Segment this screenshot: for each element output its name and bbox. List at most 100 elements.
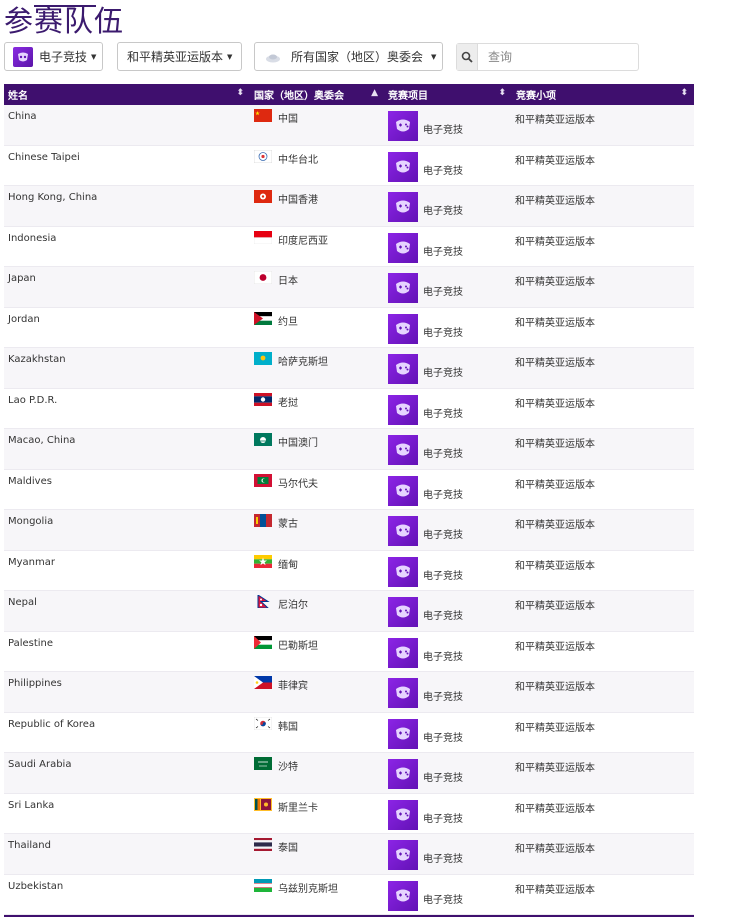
table-row[interactable]: Macao, China 中国澳门 电子竞技 和平精英亚运版本 bbox=[4, 429, 694, 470]
table-row[interactable]: Kazakhstan 哈萨克斯坦 电子竞技 和平精英亚运版本 bbox=[4, 348, 694, 389]
esports-icon bbox=[388, 232, 418, 263]
esports-icon bbox=[388, 880, 418, 911]
noc-dropdown[interactable]: 所有国家（地区）奥委会 ▼ bbox=[254, 42, 443, 71]
table-row[interactable]: Jordan 约旦 电子竞技 和平精英亚运版本 bbox=[4, 308, 694, 348]
team-name: Thailand bbox=[8, 840, 51, 851]
sort-icon: ⬍ bbox=[680, 88, 688, 98]
column-header-noc[interactable]: 国家（地区）奥委会 ▲ bbox=[250, 84, 384, 105]
sport-name: 电子竞技 bbox=[423, 287, 463, 298]
esports-icon bbox=[388, 151, 418, 182]
noc-name: 哈萨克斯坦 bbox=[278, 357, 328, 368]
table-row[interactable]: Indonesia 印度尼西亚 电子竞技 和平精英亚运版本 bbox=[4, 227, 694, 267]
esports-icon bbox=[388, 273, 418, 303]
search-box bbox=[456, 43, 639, 71]
flag-icon bbox=[254, 473, 272, 487]
table-row[interactable]: Lao P.D.R. 老挝 电子竞技 和平精英亚运版本 bbox=[4, 389, 694, 429]
team-name: Indonesia bbox=[8, 232, 57, 244]
sport-cell: 电子竞技 bbox=[384, 753, 512, 793]
noc-name: 中国 bbox=[278, 114, 298, 125]
event-name: 和平精英亚运版本 bbox=[515, 277, 595, 288]
sport-cell: 电子竞技 bbox=[384, 227, 512, 267]
table-row[interactable]: Philippines 菲律宾 电子竞技 和平精英亚运版本 bbox=[4, 672, 694, 713]
column-header-event[interactable]: 竞赛小项 ⬍ bbox=[512, 84, 694, 105]
noc-cell: 中国香港 bbox=[250, 186, 384, 226]
table-row[interactable]: Republic of Korea 韩国 电子竞技 和平精英亚运版本 bbox=[4, 713, 694, 753]
noc-cell: 中国澳门 bbox=[250, 429, 384, 469]
team-name: Kazakhstan bbox=[8, 354, 66, 365]
event-name: 和平精英亚运版本 bbox=[515, 682, 595, 693]
table-row[interactable]: Chinese Taipei 中华台北 电子竞技 和平精英亚运版本 bbox=[4, 146, 694, 186]
noc-cell: 哈萨克斯坦 bbox=[250, 348, 384, 388]
search-button[interactable] bbox=[457, 44, 478, 70]
sport-name: 电子竞技 bbox=[423, 611, 463, 622]
noc-name: 马尔代夫 bbox=[278, 478, 318, 490]
esports-icon bbox=[388, 192, 418, 222]
table-row[interactable]: China 中国 电子竞技 和平精英亚运版本 bbox=[4, 105, 694, 146]
event-name: 和平精英亚运版本 bbox=[515, 479, 595, 491]
team-name: Nepal bbox=[8, 597, 37, 608]
sport-name: 电子竞技 bbox=[423, 206, 463, 217]
sport-name: 电子竞技 bbox=[423, 854, 463, 865]
esports-icon bbox=[388, 394, 418, 425]
noc-name: 印度尼西亚 bbox=[278, 235, 328, 247]
chevron-down-icon: ▼ bbox=[227, 52, 233, 61]
noc-cell: 菲律宾 bbox=[250, 672, 384, 712]
sport-cell: 电子竞技 bbox=[384, 875, 512, 915]
event-name: 和平精英亚运版本 bbox=[515, 884, 595, 896]
event-name: 和平精英亚运版本 bbox=[515, 722, 595, 734]
sport-cell: 电子竞技 bbox=[384, 591, 512, 631]
event-name: 和平精英亚运版本 bbox=[515, 763, 595, 774]
sport-cell: 电子竞技 bbox=[384, 186, 512, 226]
esports-icon bbox=[388, 759, 418, 789]
noc-name: 中国香港 bbox=[278, 195, 318, 206]
table-row[interactable]: Japan 日本 电子竞技 和平精英亚运版本 bbox=[4, 267, 694, 308]
event-name: 和平精英亚运版本 bbox=[515, 560, 595, 572]
sport-name: 电子竞技 bbox=[423, 530, 463, 541]
sport-cell: 电子竞技 bbox=[384, 389, 512, 429]
flag-icon bbox=[254, 190, 272, 203]
table-row[interactable]: Nepal 尼泊尔 电子竞技 和平精英亚运版本 bbox=[4, 591, 694, 632]
column-header-name[interactable]: 姓名 ⬍ bbox=[4, 84, 250, 105]
esports-icon bbox=[388, 435, 418, 465]
column-header-sport[interactable]: 竞赛项目 ⬍ bbox=[384, 84, 512, 105]
noc-cell: 沙特 bbox=[250, 753, 384, 793]
flag-icon bbox=[254, 109, 272, 122]
esports-icon bbox=[388, 475, 418, 506]
noc-cell: 巴勒斯坦 bbox=[250, 632, 384, 672]
team-name: Lao P.D.R. bbox=[8, 394, 58, 406]
noc-cell: 泰国 bbox=[250, 834, 384, 874]
team-name: Jordan bbox=[8, 313, 40, 325]
event-name: 和平精英亚运版本 bbox=[515, 196, 595, 207]
event-dropdown-label: 和平精英亚运版本 bbox=[127, 50, 224, 64]
noc-name: 约旦 bbox=[278, 316, 298, 328]
table-row[interactable]: Saudi Arabia 沙特 电子竞技 和平精英亚运版本 bbox=[4, 753, 694, 794]
search-input[interactable] bbox=[478, 44, 638, 70]
team-name: Sri Lanka bbox=[8, 799, 55, 811]
noc-name: 泰国 bbox=[278, 843, 298, 854]
sort-up-icon: ▲ bbox=[371, 88, 378, 98]
event-name: 和平精英亚运版本 bbox=[515, 317, 595, 329]
sport-dropdown[interactable]: 电子竞技 ▼ bbox=[4, 42, 103, 71]
noc-cell: 斯里兰卡 bbox=[250, 794, 384, 834]
sport-name: 电子竞技 bbox=[423, 246, 463, 258]
sport-cell: 电子竞技 bbox=[384, 672, 512, 712]
noc-cell: 老挝 bbox=[250, 389, 384, 429]
table-row[interactable]: Hong Kong, China 中国香港 电子竞技 和平精英亚运版本 bbox=[4, 186, 694, 227]
noc-name: 日本 bbox=[278, 276, 298, 287]
sport-name: 电子竞技 bbox=[423, 692, 463, 703]
sport-name: 电子竞技 bbox=[423, 165, 463, 177]
event-dropdown[interactable]: 和平精英亚运版本 ▼ bbox=[117, 42, 242, 71]
event-name: 和平精英亚运版本 bbox=[515, 601, 595, 612]
table-row[interactable]: Palestine 巴勒斯坦 电子竞技 和平精英亚运版本 bbox=[4, 632, 694, 672]
table-row[interactable]: Sri Lanka 斯里兰卡 电子竞技 和平精英亚运版本 bbox=[4, 794, 694, 834]
esports-icon bbox=[388, 678, 418, 708]
sport-dropdown-label: 电子竞技 bbox=[39, 50, 88, 64]
table-row[interactable]: Myanmar 缅甸 电子竞技 和平精英亚运版本 bbox=[4, 551, 694, 591]
flag-icon bbox=[254, 392, 272, 406]
flag-icon bbox=[254, 554, 272, 568]
table-row[interactable]: Maldives 马尔代夫 电子竞技 和平精英亚运版本 bbox=[4, 470, 694, 510]
flag-icon bbox=[254, 149, 272, 163]
table-row[interactable]: Uzbekistan 乌兹别克斯坦 电子竞技 和平精英亚运版本 bbox=[4, 875, 694, 915]
table-row[interactable]: Mongolia 蒙古 电子竞技 和平精英亚运版本 bbox=[4, 510, 694, 551]
table-row[interactable]: Thailand 泰国 电子竞技 和平精英亚运版本 bbox=[4, 834, 694, 875]
